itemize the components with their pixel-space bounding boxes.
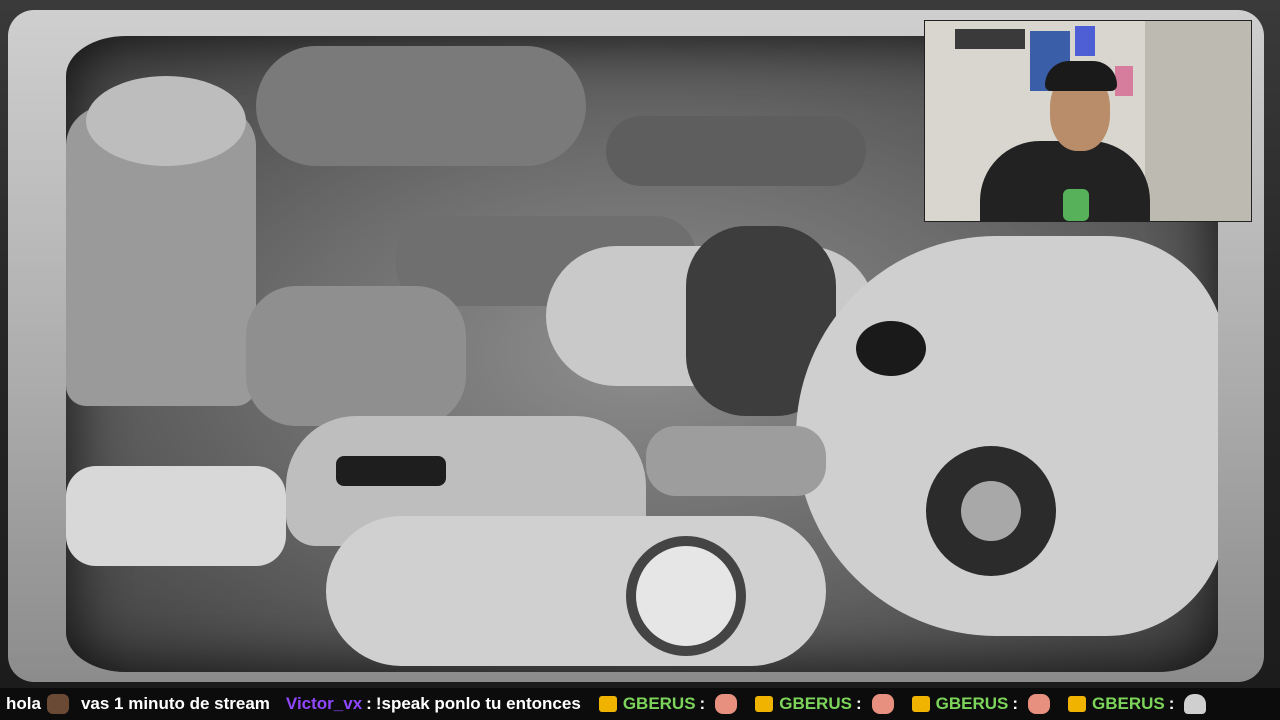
toy-car-shape xyxy=(256,46,586,166)
chat-username[interactable]: GBERUS xyxy=(623,694,696,714)
streamer-hair xyxy=(1045,61,1117,91)
message-text: vas 1 minuto de stream xyxy=(80,694,270,713)
toy-car-shape xyxy=(646,426,826,496)
chat-message: hola xyxy=(6,694,75,714)
microphone xyxy=(1063,189,1089,221)
crown-badge-icon xyxy=(598,696,617,712)
crown-badge-icon xyxy=(755,696,774,712)
crown-badge-icon xyxy=(1068,696,1087,712)
chat-username[interactable]: GBERUS xyxy=(1092,694,1165,714)
message-text: hola xyxy=(6,694,41,713)
chat-message: GBERUS : xyxy=(593,694,743,714)
chat-separator: : xyxy=(1012,694,1019,713)
window-shape xyxy=(856,321,926,376)
toy-car-shape xyxy=(606,116,866,186)
brown-bear-emote xyxy=(46,694,69,714)
toy-car-shape xyxy=(326,516,826,666)
chat-separator: : xyxy=(1168,694,1175,713)
chat-separator: : xyxy=(366,694,372,713)
chat-message: Victor_vx : !speak ponlo tu entonces xyxy=(286,694,581,714)
chat-message: GBERUS : xyxy=(906,694,1056,714)
chat-separator: : xyxy=(855,694,862,713)
window-shape xyxy=(336,456,446,486)
wall-poster xyxy=(1115,66,1133,96)
crown-badge-icon xyxy=(911,696,930,712)
chat-separator: : xyxy=(699,694,706,713)
pink-foot-emote xyxy=(871,694,894,714)
wall-shelf xyxy=(955,29,1025,49)
chat-username[interactable]: GBERUS xyxy=(779,694,852,714)
message-text: !speak ponlo tu entonces xyxy=(375,694,581,713)
toy-car-shape xyxy=(86,76,246,166)
pink-foot-emote xyxy=(1028,694,1051,714)
toy-car-shape xyxy=(66,466,286,566)
toy-car-shape xyxy=(246,286,466,426)
toy-car-shape xyxy=(796,236,1218,636)
wall-poster xyxy=(1075,26,1095,56)
wheel-shape xyxy=(961,481,1021,541)
chat-username[interactable]: Victor_vx xyxy=(286,694,362,714)
chat-ticker: hola vas 1 minuto de stream Victor_vx : … xyxy=(0,688,1280,720)
ghost-emote xyxy=(1184,694,1207,714)
chat-message: GBERUS : xyxy=(1062,694,1212,714)
chat-message: GBERUS : xyxy=(749,694,899,714)
webcam-overlay xyxy=(924,20,1252,222)
chat-message: vas 1 minuto de stream xyxy=(81,694,270,714)
chat-username[interactable]: GBERUS xyxy=(936,694,1009,714)
wall-poster xyxy=(1145,21,1251,221)
wheel-shape xyxy=(626,536,746,656)
pink-foot-emote xyxy=(715,694,738,714)
